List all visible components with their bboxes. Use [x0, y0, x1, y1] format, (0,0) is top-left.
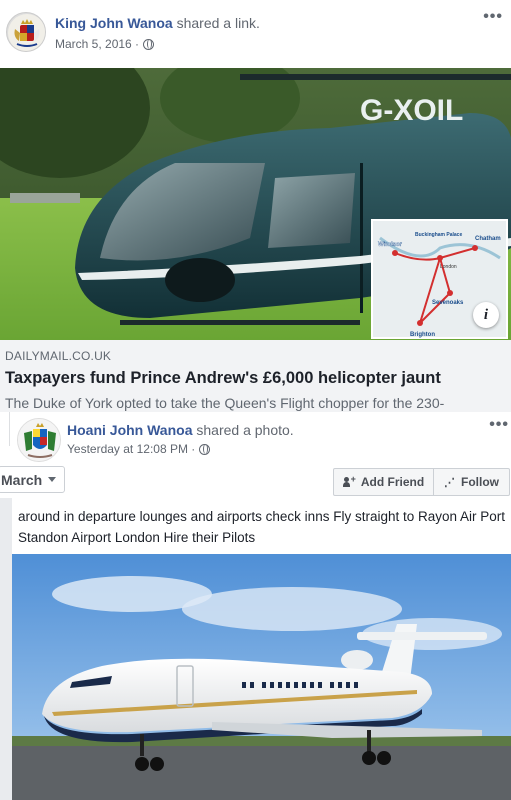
- post2-header: Hoani John Wanoa shared a photo. Yesterd…: [0, 412, 511, 464]
- avatar[interactable]: [17, 418, 61, 462]
- follow-label: Follow: [461, 475, 499, 489]
- map-label: Buckingham Palace: [415, 232, 462, 238]
- post-meta: Yesterday at 12:08 PM ·: [67, 442, 211, 456]
- post-options-button[interactable]: •••: [489, 416, 509, 434]
- map-label: London: [440, 264, 457, 270]
- link-preview[interactable]: DAILYMAIL.CO.UK Taxpayers fund Prince An…: [0, 340, 511, 412]
- post1-header: King John Wanoa shared a link. March 5, …: [0, 0, 511, 68]
- author-name-link[interactable]: Hoani John Wanoa: [67, 422, 192, 438]
- shared-link-link[interactable]: link: [235, 15, 256, 31]
- add-friend-label: Add Friend: [360, 475, 425, 489]
- globe-icon[interactable]: [143, 38, 155, 50]
- action-suffix: .: [255, 15, 260, 31]
- shared-action-text: shared a link.: [173, 15, 260, 31]
- coat-of-arms-icon: [18, 419, 60, 461]
- profile-action-bar: March + Add Friend ⋰ Follow: [0, 464, 511, 498]
- action-suffix: .: [289, 422, 294, 438]
- profile-buttons: + Add Friend ⋰ Follow: [333, 468, 510, 496]
- map-label: Windsor: [378, 242, 403, 248]
- follow-button[interactable]: ⋰ Follow: [434, 468, 510, 496]
- rss-icon: ⋰: [444, 476, 455, 489]
- add-friend-button[interactable]: + Add Friend: [333, 468, 434, 496]
- info-icon[interactable]: i: [473, 302, 499, 328]
- link-preview-image[interactable]: G-XOIL Windsor Buckingham Palace London …: [0, 68, 511, 340]
- link-description: The Duke of York opted to take the Queen…: [5, 395, 445, 411]
- divider: [9, 412, 10, 446]
- post2-body: around in departure lounges and airports…: [0, 498, 511, 800]
- helicopter-photo: G-XOIL Windsor Buckingham Palace London …: [0, 68, 511, 340]
- royal-crest-icon: [8, 14, 45, 51]
- post-photo[interactable]: [12, 554, 511, 800]
- post-date[interactable]: Yesterday at 12:08 PM ·: [67, 442, 195, 456]
- link-title[interactable]: Taxpayers fund Prince Andrew's £6,000 he…: [5, 369, 441, 388]
- post-options-button[interactable]: •••: [483, 8, 503, 26]
- post-date[interactable]: March 5, 2016 ·: [55, 37, 139, 51]
- map-label: Chatham: [475, 236, 501, 242]
- add-friend-icon: +: [342, 475, 356, 487]
- post-card: around in departure lounges and airports…: [12, 498, 511, 800]
- post-author-line: Hoani John Wanoa shared a photo.: [67, 422, 294, 438]
- link-domain: DAILYMAIL.CO.UK: [5, 349, 112, 363]
- post-author-line: King John Wanoa shared a link.: [55, 15, 260, 31]
- map-label: Brighton: [410, 332, 435, 338]
- avatar[interactable]: [6, 12, 46, 52]
- caret-down-icon: [48, 477, 57, 482]
- jet-photo: [12, 554, 511, 800]
- map-label: Sevenoaks: [432, 300, 464, 306]
- registration-text: G-XOIL: [360, 94, 463, 127]
- shared-action-text: shared a photo.: [192, 422, 293, 438]
- author-name-link[interactable]: King John Wanoa: [55, 15, 173, 31]
- month-select[interactable]: March: [0, 466, 66, 493]
- action-prefix: shared a: [172, 15, 235, 31]
- post-meta: March 5, 2016 ·: [55, 37, 155, 51]
- month-select-label: March: [1, 471, 43, 488]
- shared-photo-link[interactable]: photo: [255, 422, 290, 438]
- post-text: around in departure lounges and airports…: [18, 509, 506, 545]
- action-prefix: shared a: [192, 422, 255, 438]
- globe-icon[interactable]: [199, 443, 211, 455]
